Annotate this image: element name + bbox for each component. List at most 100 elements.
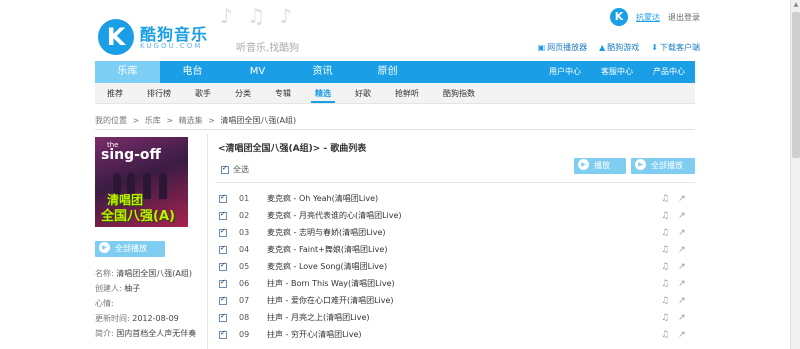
- share-icon[interactable]: ↗: [678, 296, 686, 306]
- select-all-checkbox[interactable]: [221, 164, 229, 174]
- listen-icon[interactable]: ♫: [661, 262, 669, 272]
- download-client-link[interactable]: ⬇ 下载客户端: [651, 42, 700, 53]
- nav-item-mv[interactable]: MV: [225, 61, 290, 83]
- info-mood-label: 心情:: [95, 299, 114, 308]
- song-title[interactable]: 拄声 - 爱你在心口难开(清唱团Live): [267, 295, 661, 306]
- breadcrumb-item-collections[interactable]: 精选集: [179, 116, 203, 125]
- song-row[interactable]: 01 麦克疯 - Oh Yeah(清唱团Live) ♫ ↗: [219, 190, 699, 207]
- song-row[interactable]: 07 拄声 - 爱你在心口难开(清唱团Live) ♫ ↗: [219, 292, 699, 309]
- nav-item-product-center[interactable]: 产品中心: [643, 61, 695, 83]
- listen-icon[interactable]: ♫: [661, 279, 669, 289]
- logout-link[interactable]: 退出登录: [668, 12, 700, 23]
- song-title[interactable]: 拄声 - 穷开心(清唱团Live): [267, 329, 661, 340]
- web-player-icon: ▣: [537, 43, 546, 52]
- listen-icon[interactable]: ♫: [661, 211, 669, 221]
- listen-icon[interactable]: ♫: [661, 194, 669, 204]
- listen-icon[interactable]: ♫: [661, 245, 669, 255]
- subnav-item-charts[interactable]: 排行榜: [147, 83, 171, 103]
- scrollbar-thumb[interactable]: [792, 12, 800, 158]
- select-all-label: 全选: [233, 165, 249, 174]
- song-number: 05: [239, 262, 250, 271]
- share-icon[interactable]: ↗: [678, 330, 686, 340]
- song-title[interactable]: 拄声 - Born This Way(清唱团Live): [267, 278, 661, 289]
- song-checkbox[interactable]: [219, 210, 227, 220]
- share-icon[interactable]: ↗: [678, 262, 686, 272]
- subnav-item-kugou-index[interactable]: 酷狗指数: [443, 83, 475, 103]
- song-checkbox[interactable]: [219, 278, 227, 288]
- nav-item-service-center[interactable]: 客服中心: [591, 61, 643, 83]
- song-row[interactable]: 02 麦克疯 - 月亮代表谁的心(清唱团Live) ♫ ↗: [219, 207, 699, 224]
- song-checkbox[interactable]: [219, 193, 227, 203]
- info-intro-label: 简介:: [95, 329, 114, 338]
- listen-icon[interactable]: ♫: [661, 313, 669, 323]
- nav-item-original[interactable]: 原创: [355, 61, 420, 83]
- info-creator-label: 创建人:: [95, 284, 122, 293]
- kugou-games-link[interactable]: ▲ 酷狗游戏: [599, 42, 639, 53]
- slogan: 听音乐,找酷狗: [236, 43, 300, 54]
- nav-item-user-center[interactable]: 用户中心: [539, 61, 591, 83]
- song-title[interactable]: 麦克疯 - 月亮代表谁的心(清唱团Live): [267, 210, 661, 221]
- username-link[interactable]: 抗蒙达: [636, 12, 660, 23]
- song-title[interactable]: 麦克疯 - Oh Yeah(清唱团Live): [267, 193, 661, 204]
- song-row[interactable]: 04 麦克疯 - Faint+舞娘(清唱团Live) ♫ ↗: [219, 241, 699, 258]
- listen-icon[interactable]: ♫: [661, 228, 669, 238]
- share-icon[interactable]: ↗: [678, 279, 686, 289]
- column-divider: [207, 134, 208, 349]
- song-row[interactable]: 09 拄声 - 穷开心(清唱团Live) ♫ ↗: [219, 326, 699, 343]
- play-selected-button[interactable]: ▶ 播放: [574, 158, 626, 174]
- play-all-label: 全部播放: [651, 161, 683, 170]
- left-play-all-button[interactable]: ▶ 全部播放: [95, 241, 165, 257]
- share-icon[interactable]: ↗: [678, 228, 686, 238]
- listen-icon[interactable]: ♫: [661, 330, 669, 340]
- song-number: 07: [239, 296, 250, 305]
- user-avatar-icon[interactable]: K: [610, 8, 628, 26]
- info-updated-label: 更新时间:: [95, 314, 130, 323]
- song-title[interactable]: 拄声 - 月亮之上(清唱团Live): [267, 312, 661, 323]
- kugou-games-label: 酷狗游戏: [607, 43, 640, 52]
- song-checkbox[interactable]: [219, 227, 227, 237]
- song-number: 02: [239, 211, 250, 220]
- subnav-item-good-songs[interactable]: 好歌: [355, 83, 371, 103]
- breadcrumb-item-library[interactable]: 乐库: [145, 116, 161, 125]
- subnav-item-singers[interactable]: 歌手: [195, 83, 211, 103]
- song-checkbox[interactable]: [219, 329, 227, 339]
- share-icon[interactable]: ↗: [678, 194, 686, 204]
- cover-text-title: sing-off: [101, 147, 161, 163]
- song-title[interactable]: 麦克疯 - Faint+舞娘(清唱团Live): [267, 244, 661, 255]
- select-all[interactable]: 全选: [221, 164, 249, 175]
- subnav-item-albums[interactable]: 专辑: [275, 83, 291, 103]
- song-title[interactable]: 麦克疯 - 志明与春娇(清唱团Live): [267, 227, 661, 238]
- web-player-link[interactable]: ▣ 网页播放器: [538, 42, 588, 53]
- song-title[interactable]: 麦克疯 - Love Song(清唱团Live): [267, 261, 661, 272]
- play-all-button[interactable]: ▶ 全部播放: [631, 158, 695, 174]
- album-cover[interactable]: the sing-off 清唱团 全国八强(A): [95, 137, 188, 227]
- song-checkbox[interactable]: [219, 261, 227, 271]
- share-icon[interactable]: ↗: [678, 211, 686, 221]
- info-intro-value: 国内首档全人声无伴奏: [116, 329, 197, 338]
- play-icon: ▶: [635, 159, 646, 170]
- subnav-item-collections[interactable]: 精选: [311, 83, 335, 103]
- song-checkbox[interactable]: [219, 312, 227, 322]
- song-row[interactable]: 03 麦克疯 - 志明与春娇(清唱团Live) ♫ ↗: [219, 224, 699, 241]
- song-number: 03: [239, 228, 250, 237]
- info-creator-value[interactable]: 柚子: [124, 284, 140, 293]
- nav-item-radio[interactable]: 电台: [160, 61, 225, 83]
- breadcrumb-sep: >: [166, 116, 174, 125]
- kugou-logo-icon[interactable]: K: [98, 19, 134, 55]
- listen-icon[interactable]: ♫: [661, 296, 669, 306]
- nav-item-news[interactable]: 资讯: [290, 61, 355, 83]
- subnav-item-recommend[interactable]: 推荐: [107, 83, 123, 103]
- song-row[interactable]: 06 拄声 - Born This Way(清唱团Live) ♫ ↗: [219, 275, 699, 292]
- song-checkbox[interactable]: [219, 295, 227, 305]
- share-icon[interactable]: ↗: [678, 245, 686, 255]
- song-row[interactable]: 08 拄声 - 月亮之上(清唱团Live) ♫ ↗: [219, 309, 699, 326]
- song-checkbox[interactable]: [219, 244, 227, 254]
- subnav-item-categories[interactable]: 分类: [235, 83, 251, 103]
- scroll-up-icon[interactable]: ▲: [791, 0, 800, 10]
- song-row[interactable]: 05 麦克疯 - Love Song(清唱团Live) ♫ ↗: [219, 258, 699, 275]
- nav-item-music-library[interactable]: 乐库: [95, 61, 160, 83]
- share-icon[interactable]: ↗: [678, 313, 686, 323]
- web-player-label: 网页播放器: [547, 43, 588, 52]
- page-scrollbar[interactable]: ▲: [790, 0, 800, 349]
- subnav-item-early-listen[interactable]: 抢鲜听: [395, 83, 419, 103]
